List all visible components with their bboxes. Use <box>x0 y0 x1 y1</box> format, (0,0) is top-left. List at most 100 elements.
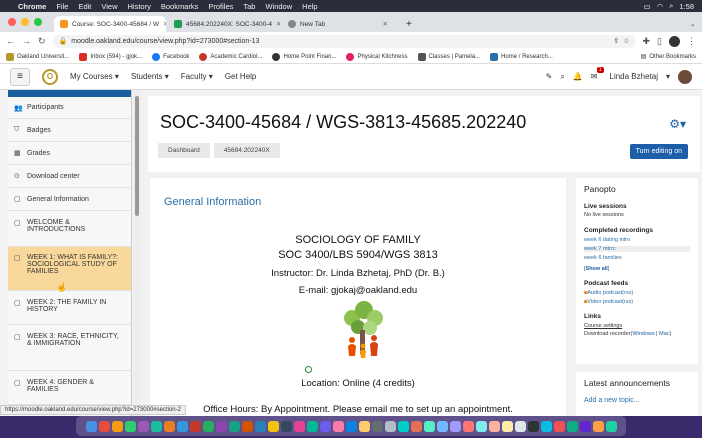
profile-icon[interactable] <box>669 35 680 47</box>
dock-app-icon[interactable] <box>98 420 110 432</box>
dock-app-icon[interactable] <box>332 420 344 432</box>
dock-app-icon[interactable] <box>527 420 539 432</box>
dock-app-icon[interactable] <box>319 420 331 432</box>
dock-app-icon[interactable] <box>449 420 461 432</box>
dock-app-icon[interactable] <box>410 420 422 432</box>
drawer-item-general-information[interactable]: ▢ General Information <box>8 188 131 211</box>
oakland-logo-icon[interactable]: O <box>42 68 58 85</box>
bookmark-star-icon[interactable]: ☆ <box>623 37 629 45</box>
dock-app-icon[interactable] <box>592 420 604 432</box>
dock-app-icon[interactable] <box>579 420 591 432</box>
drawer-scrollbar[interactable] <box>133 90 141 416</box>
new-tab-button[interactable]: + <box>400 16 418 32</box>
drawer-item-week-4[interactable]: ▢ WEEK 4: GENDER & FAMILIES <box>8 371 131 405</box>
user-name[interactable]: Linda Bzhetaj <box>610 72 658 81</box>
menu-tab[interactable]: Tab <box>243 2 255 11</box>
drawer-toggle-button[interactable]: ≡ <box>10 67 30 86</box>
dock-app-icon[interactable] <box>241 420 253 432</box>
dock-app-icon[interactable] <box>254 420 266 432</box>
search-icon[interactable]: ⌕ <box>560 72 564 82</box>
dock-app-icon[interactable] <box>566 420 578 432</box>
menu-profiles[interactable]: Profiles <box>208 2 233 11</box>
drawer-item-badges[interactable]: ⛉ Badges <box>8 119 131 142</box>
app-menu[interactable]: Chrome <box>18 2 46 11</box>
dock-app-icon[interactable] <box>267 420 279 432</box>
forward-icon[interactable]: → <box>22 36 31 46</box>
dock-app-icon[interactable] <box>150 420 162 432</box>
dock-app-icon[interactable] <box>488 420 500 432</box>
drawer-item-week-3[interactable]: ▢ WEEK 3: RACE, ETHNICITY, & IMMIGRATION <box>8 325 131 371</box>
download-windows-link[interactable]: Windows <box>632 331 654 337</box>
gear-icon[interactable]: ⚙▾ <box>669 117 686 131</box>
nav-students[interactable]: Students ▾ <box>131 72 169 81</box>
nav-my-courses[interactable]: My Courses ▾ <box>70 72 119 81</box>
avatar[interactable] <box>678 69 692 84</box>
reload-icon[interactable]: ↻ <box>38 36 46 47</box>
scrollbar-thumb[interactable] <box>135 96 139 216</box>
recording-link[interactable]: week 6 families <box>584 255 690 261</box>
dock-app-icon[interactable] <box>462 420 474 432</box>
dock-app-icon[interactable] <box>371 420 383 432</box>
dock-app-icon[interactable] <box>124 420 136 432</box>
menu-help[interactable]: Help <box>302 2 317 11</box>
dock-app-icon[interactable] <box>202 420 214 432</box>
bookmark-facebook[interactable]: Facebook <box>152 52 189 61</box>
back-icon[interactable]: ← <box>6 36 15 46</box>
dock-app-icon[interactable] <box>189 420 201 432</box>
menu-icon[interactable]: ⋮ <box>687 36 696 47</box>
dock-app-icon[interactable] <box>280 420 292 432</box>
bookmark-kitchness[interactable]: Physical Kitchness <box>346 52 408 61</box>
download-mac-link[interactable]: Mac <box>659 331 669 337</box>
dock-app-icon[interactable] <box>475 420 487 432</box>
bookmark-other[interactable]: ▤ Other Bookmarks <box>641 53 696 61</box>
user-menu-chevron-down-icon[interactable]: ▾ <box>666 72 670 81</box>
bookmark-oakland[interactable]: Oakland Universit... <box>6 52 69 61</box>
bookmark-inbox[interactable]: Inbox (594) - gjok... <box>79 52 142 61</box>
dock-app-icon[interactable] <box>111 420 123 432</box>
menu-edit[interactable]: Edit <box>78 2 91 11</box>
menu-history[interactable]: History <box>128 2 151 11</box>
drawer-item-week-2[interactable]: ▢ WEEK 2: THE FAMILY IN HISTORY <box>8 291 131 325</box>
nav-faculty[interactable]: Faculty ▾ <box>181 72 213 81</box>
address-bar[interactable]: 🔒 moodle.oakland.edu/course/view.php?id=… <box>52 34 636 48</box>
drawer-item-download-center[interactable]: ⊙ Download center <box>8 165 131 188</box>
battery-icon[interactable]: ▭ <box>644 2 651 11</box>
dock-app-icon[interactable] <box>176 420 188 432</box>
drawer-item-participants[interactable]: 👥 Participants <box>8 97 131 119</box>
dock-app-icon[interactable] <box>605 420 617 432</box>
dock-app-icon[interactable] <box>345 420 357 432</box>
bookmark-homepoint[interactable]: Home Point Finan... <box>272 52 336 61</box>
dock-app-icon[interactable] <box>384 420 396 432</box>
dock-app-icon[interactable] <box>228 420 240 432</box>
drawer-item-grades[interactable]: ▦ Grades <box>8 142 131 165</box>
wifi-icon[interactable]: ◠ <box>657 2 664 11</box>
menu-file[interactable]: File <box>56 2 68 11</box>
dock-app-icon[interactable] <box>215 420 227 432</box>
extensions-icon[interactable]: ✚ <box>643 36 651 47</box>
maximize-window-button[interactable] <box>34 18 42 26</box>
dock-app-icon[interactable] <box>514 420 526 432</box>
course-settings-link[interactable]: Course settings <box>584 323 690 329</box>
bell-icon[interactable]: 🔔 <box>573 72 583 81</box>
menu-window[interactable]: Window <box>265 2 292 11</box>
close-tab-icon[interactable]: ✕ <box>163 20 166 28</box>
close-tab-icon[interactable]: ✕ <box>383 20 388 28</box>
dock-app-icon[interactable] <box>358 420 370 432</box>
bookmark-cardiology[interactable]: Academic Cardiol... <box>199 52 262 61</box>
share-icon[interactable]: ⇪ <box>613 37 619 45</box>
search-icon[interactable]: ⌕ <box>669 1 673 11</box>
menu-view[interactable]: View <box>101 2 117 11</box>
bookmark-classes[interactable]: Classes | Pamela... <box>417 52 480 61</box>
pencil-icon[interactable]: ✎ <box>546 72 553 81</box>
dock-app-icon[interactable] <box>553 420 565 432</box>
dock-app-icon[interactable] <box>423 420 435 432</box>
tab-search-icon[interactable]: ⌄ <box>684 16 700 32</box>
turn-editing-on-button[interactable]: Turn editing on <box>629 144 688 159</box>
video-podcast-link[interactable]: ◙Video podcast(rss) <box>584 299 690 305</box>
tab-new[interactable]: New Tab ✕ <box>282 16 394 32</box>
tab-report[interactable]: 45684.202240X: SOC-3400-4 ✕ <box>168 16 280 32</box>
dock-app-icon[interactable] <box>436 420 448 432</box>
breadcrumb-course[interactable]: 45684.202240X <box>213 143 280 158</box>
show-all-link[interactable]: [Show all] <box>584 266 690 272</box>
dock-app-icon[interactable] <box>501 420 513 432</box>
